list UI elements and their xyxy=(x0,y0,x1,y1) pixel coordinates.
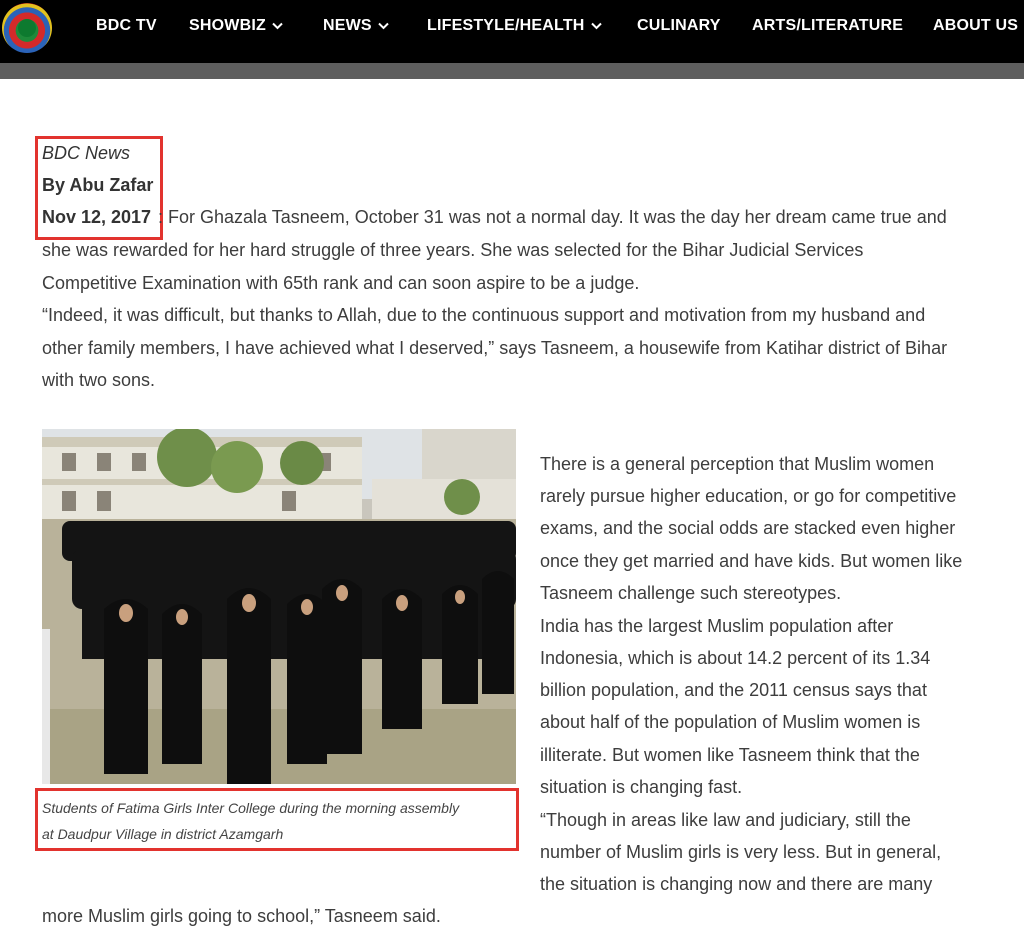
article-line: the situation is changing now and there … xyxy=(540,874,933,894)
nav-label: LIFESTYLE/HEALTH xyxy=(427,17,585,34)
bdc-logo-icon[interactable] xyxy=(2,3,52,53)
article-line: “Indeed, it was difficult, but thanks to… xyxy=(42,305,926,325)
photo-caption: at Daudpur Village in district Azamgarh xyxy=(42,826,284,842)
photo-caption: Students of Fatima Girls Inter College d… xyxy=(42,800,460,816)
nav-label: NEWS xyxy=(323,17,372,34)
nav-item-about-us[interactable]: ABOUT US xyxy=(933,17,1018,37)
nav-item-showbiz[interactable]: SHOWBIZ xyxy=(189,17,283,37)
article-line: other family members, I have achieved wh… xyxy=(42,338,948,358)
article-line: India has the largest Muslim population … xyxy=(540,616,894,636)
article-line: about half of the population of Muslim w… xyxy=(540,712,921,732)
article-photo xyxy=(42,429,516,784)
nav-label: ABOUT US xyxy=(933,17,1019,34)
nav-label: ARTS/LITERATURE xyxy=(752,17,904,34)
nav-item-arts-literature[interactable]: ARTS/LITERATURE xyxy=(752,17,903,37)
article-line: “Though in areas like law and judiciary,… xyxy=(540,810,911,830)
nav-item-bdc-tv[interactable]: BDC TV xyxy=(96,17,157,37)
nav-item-lifestyle-health[interactable]: LIFESTYLE/HEALTH xyxy=(427,17,602,37)
scrollbar[interactable] xyxy=(1010,79,1024,930)
nav-item-culinary[interactable]: CULINARY xyxy=(637,17,721,37)
article-line: Competitive Examination with 65th rank a… xyxy=(42,273,640,293)
article-line: exams, and the social odds are stacked e… xyxy=(540,518,956,538)
chevron-down-icon xyxy=(590,22,602,30)
nav-label: BDC TV xyxy=(96,17,157,34)
article-line: Indonesia, which is about 14.2 percent o… xyxy=(540,648,931,668)
nav-item-news[interactable]: NEWS xyxy=(323,17,389,37)
article-line: more Muslim girls going to school,” Tasn… xyxy=(42,906,441,926)
article-line: once they get married and have kids. But… xyxy=(540,551,963,571)
article-line: illiterate. But women like Tasneem think… xyxy=(540,745,920,765)
article-line: Tasneem challenge such stereotypes. xyxy=(540,583,842,603)
logo-center xyxy=(18,19,36,37)
chevron-down-icon xyxy=(272,22,283,30)
article-line: with two sons. xyxy=(42,370,156,390)
article-date: Nov 12, 2017 xyxy=(42,207,152,227)
article-line: number of Muslim girls is very less. But… xyxy=(540,842,942,862)
nav-label: SHOWBIZ xyxy=(189,17,266,34)
header-divider-band xyxy=(0,63,1024,79)
chevron-down-icon xyxy=(378,22,389,30)
article-line: billion population, and the 2011 census … xyxy=(540,680,927,700)
article-line: There is a general perception that Musli… xyxy=(540,454,935,474)
article-line: situation is changing fast. xyxy=(540,777,743,797)
nav-label: CULINARY xyxy=(637,17,721,34)
article-line: she was rewarded for her hard struggle o… xyxy=(42,240,864,260)
article-author: By Abu Zafar xyxy=(42,175,154,195)
assembly-photo-illustration xyxy=(42,429,516,784)
top-navbar: BDC TV SHOWBIZ NEWS LIFESTYLE/HEALTH CUL… xyxy=(0,0,1024,63)
article-line: : For Ghazala Tasneem, October 31 was no… xyxy=(158,207,947,227)
article-line: rarely pursue higher education, or go fo… xyxy=(540,486,957,506)
article-source: BDC News xyxy=(42,143,131,163)
